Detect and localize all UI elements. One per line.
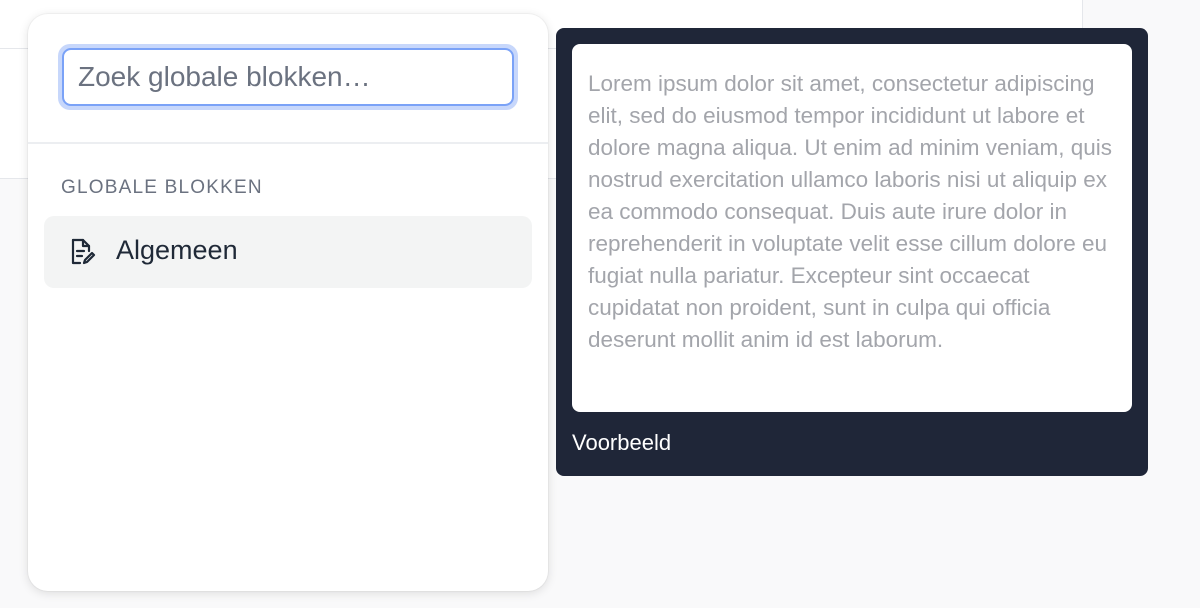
- popover-divider: [28, 142, 548, 144]
- preview-card: Lorem ipsum dolor sit amet, consectetur …: [556, 28, 1148, 476]
- list-item-algemeen[interactable]: Algemeen: [44, 216, 532, 288]
- list-item-label: Algemeen: [116, 235, 238, 265]
- preview-content: Lorem ipsum dolor sit amet, consectetur …: [572, 44, 1132, 412]
- preview-text: Lorem ipsum dolor sit amet, consectetur …: [588, 71, 1113, 352]
- document-edit-icon: [66, 236, 98, 268]
- preview-caption: Voorbeeld: [572, 430, 672, 455]
- search-focus-ring: [58, 44, 518, 110]
- app-canvas: GLOBALE BLOKKEN Algemeen Lorem ipsum dol…: [0, 0, 1200, 608]
- search-input[interactable]: [62, 48, 514, 106]
- section-label: GLOBALE BLOKKEN: [61, 177, 263, 198]
- global-blocks-popover: GLOBALE BLOKKEN Algemeen: [28, 14, 548, 591]
